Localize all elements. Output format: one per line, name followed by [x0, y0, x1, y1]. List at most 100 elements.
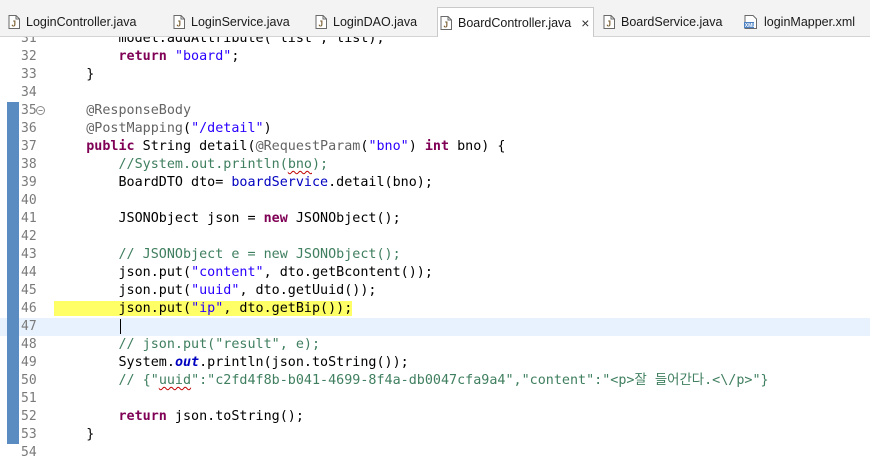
code-line-40[interactable]: 40	[0, 192, 870, 210]
xml-file-icon: XML	[744, 15, 758, 29]
change-marker	[7, 120, 19, 138]
java-file-icon: J	[603, 15, 615, 29]
code-line-31[interactable]: 31 model.addAttribute("list", list);	[0, 37, 870, 48]
code-line-33[interactable]: 33 }	[0, 66, 870, 84]
code-token: @PostMapping	[86, 121, 183, 136]
code-text: return json.toString();	[54, 408, 304, 426]
line-gutter: 31	[0, 37, 48, 48]
text-caret	[119, 318, 121, 334]
svg-text:J: J	[12, 20, 16, 29]
line-number: 34	[21, 85, 37, 100]
code-line-42[interactable]: 42	[0, 228, 870, 246]
code-line-45[interactable]: 45 json.put("uuid", dto.getUuid());	[0, 282, 870, 300]
code-line-41[interactable]: 41 JSONObject json = new JSONObject();	[0, 210, 870, 228]
svg-text:J: J	[319, 20, 323, 29]
code-token: // {"	[118, 373, 159, 388]
line-number: 47	[21, 319, 37, 334]
line-number: 31	[21, 37, 37, 46]
line-number: 38	[21, 157, 37, 172]
change-marker	[7, 264, 19, 282]
line-gutter: 39	[0, 174, 48, 192]
line-gutter: 45	[0, 282, 48, 300]
change-marker	[7, 426, 19, 444]
code-line-53[interactable]: 53 }	[0, 426, 870, 444]
code-line-49[interactable]: 49 System.out.println(json.toString());	[0, 354, 870, 372]
line-gutter: 37	[0, 138, 48, 156]
code-text: model.addAttribute("list", list);	[54, 37, 385, 48]
line-gutter: 34	[0, 84, 48, 102]
code-token: (	[183, 121, 192, 136]
code-token: .println(json.toString());	[199, 355, 409, 370]
code-line-46[interactable]: 46 json.put("ip", dto.getBip());	[0, 300, 870, 318]
code-line-48[interactable]: 48 // json.put("result", e);	[0, 336, 870, 354]
code-line-35[interactable]: 35− @ResponseBody	[0, 102, 870, 120]
code-token: out	[174, 355, 200, 370]
line-number: 49	[21, 355, 37, 370]
tab-login-mapper[interactable]: XML loginMapper.xml	[744, 8, 870, 36]
tab-board-service[interactable]: J BoardService.java	[603, 8, 722, 36]
code-line-39[interactable]: 39 BoardDTO dto= boardService.detail(bno…	[0, 174, 870, 192]
java-file-icon: J	[440, 15, 452, 30]
line-number: 43	[21, 247, 37, 262]
code-token: // json.put("result", e);	[118, 337, 321, 352]
code-line-34[interactable]: 34	[0, 84, 870, 102]
change-marker	[7, 228, 19, 246]
code-line-50[interactable]: 50 // {"uuid":"c2fd4f8b-b041-4699-8f4a-d…	[0, 372, 870, 390]
change-marker	[7, 210, 19, 228]
code-token: // JSONObject e = new JSONObject();	[118, 247, 401, 262]
change-marker	[7, 138, 19, 156]
code-token: ;	[231, 49, 240, 64]
tab-login-dao[interactable]: J LoginDAO.java	[315, 8, 417, 36]
tab-label: LoginDAO.java	[333, 15, 418, 29]
line-number: 41	[21, 211, 37, 226]
line-gutter: 47	[0, 318, 48, 336]
code-line-32[interactable]: 32 return "board";	[0, 48, 870, 66]
java-file-icon: J	[8, 15, 20, 29]
line-gutter: 42	[0, 228, 48, 246]
code-token: public	[86, 139, 135, 154]
code-line-43[interactable]: 43 // JSONObject e = new JSONObject();	[0, 246, 870, 264]
tab-login-service[interactable]: J LoginService.java	[173, 8, 290, 36]
editor-tab-bar: J LoginController.java J LoginService.ja…	[0, 0, 870, 37]
code-line-37[interactable]: 37 public String detail(@RequestParam("b…	[0, 138, 870, 156]
line-number: 32	[21, 49, 37, 64]
line-number: 36	[21, 121, 37, 136]
code-line-47[interactable]: 47	[0, 318, 870, 336]
code-token: model.addAttribute("list", list);	[54, 37, 385, 46]
code-line-52[interactable]: 52 return json.toString();	[0, 408, 870, 426]
code-line-38[interactable]: 38 //System.out.println(bno);	[0, 156, 870, 174]
line-gutter: 52	[0, 408, 48, 426]
change-marker	[7, 408, 19, 426]
line-gutter: 38	[0, 156, 48, 174]
line-gutter: 43	[0, 246, 48, 264]
highlighted-code: json.put("ip", dto.getBip());	[54, 301, 353, 316]
code-line-44[interactable]: 44 json.put("content", dto.getBcontent()…	[0, 264, 870, 282]
code-line-54[interactable]: 54	[0, 444, 870, 462]
line-gutter: 35−	[0, 102, 48, 120]
tab-login-controller[interactable]: J LoginController.java	[8, 8, 137, 36]
code-token: //System.out.println(	[118, 157, 288, 172]
code-token: "uuid"	[191, 283, 240, 298]
code-token: uuid	[158, 373, 192, 388]
code-editor[interactable]: 31 model.addAttribute("list", list); 32 r…	[0, 37, 870, 472]
code-token: )	[263, 121, 272, 136]
code-token: , dto.getUuid());	[239, 283, 377, 298]
code-text: System.out.println(json.toString());	[54, 354, 409, 372]
code-text: json.put("ip", dto.getBip());	[54, 300, 353, 318]
code-token: return	[118, 49, 167, 64]
line-number: 39	[21, 175, 37, 190]
code-line-36[interactable]: 36 @PostMapping("/detail")	[0, 120, 870, 138]
close-icon[interactable]: ×	[581, 15, 589, 31]
tab-board-controller[interactable]: J BoardController.java ×	[437, 7, 595, 37]
code-token: "bno"	[368, 139, 409, 154]
change-marker	[7, 336, 19, 354]
fold-toggle-icon[interactable]: −	[36, 106, 45, 115]
code-text: json.put("uuid", dto.getUuid());	[54, 282, 377, 300]
code-line-51[interactable]: 51	[0, 390, 870, 408]
change-marker	[7, 282, 19, 300]
